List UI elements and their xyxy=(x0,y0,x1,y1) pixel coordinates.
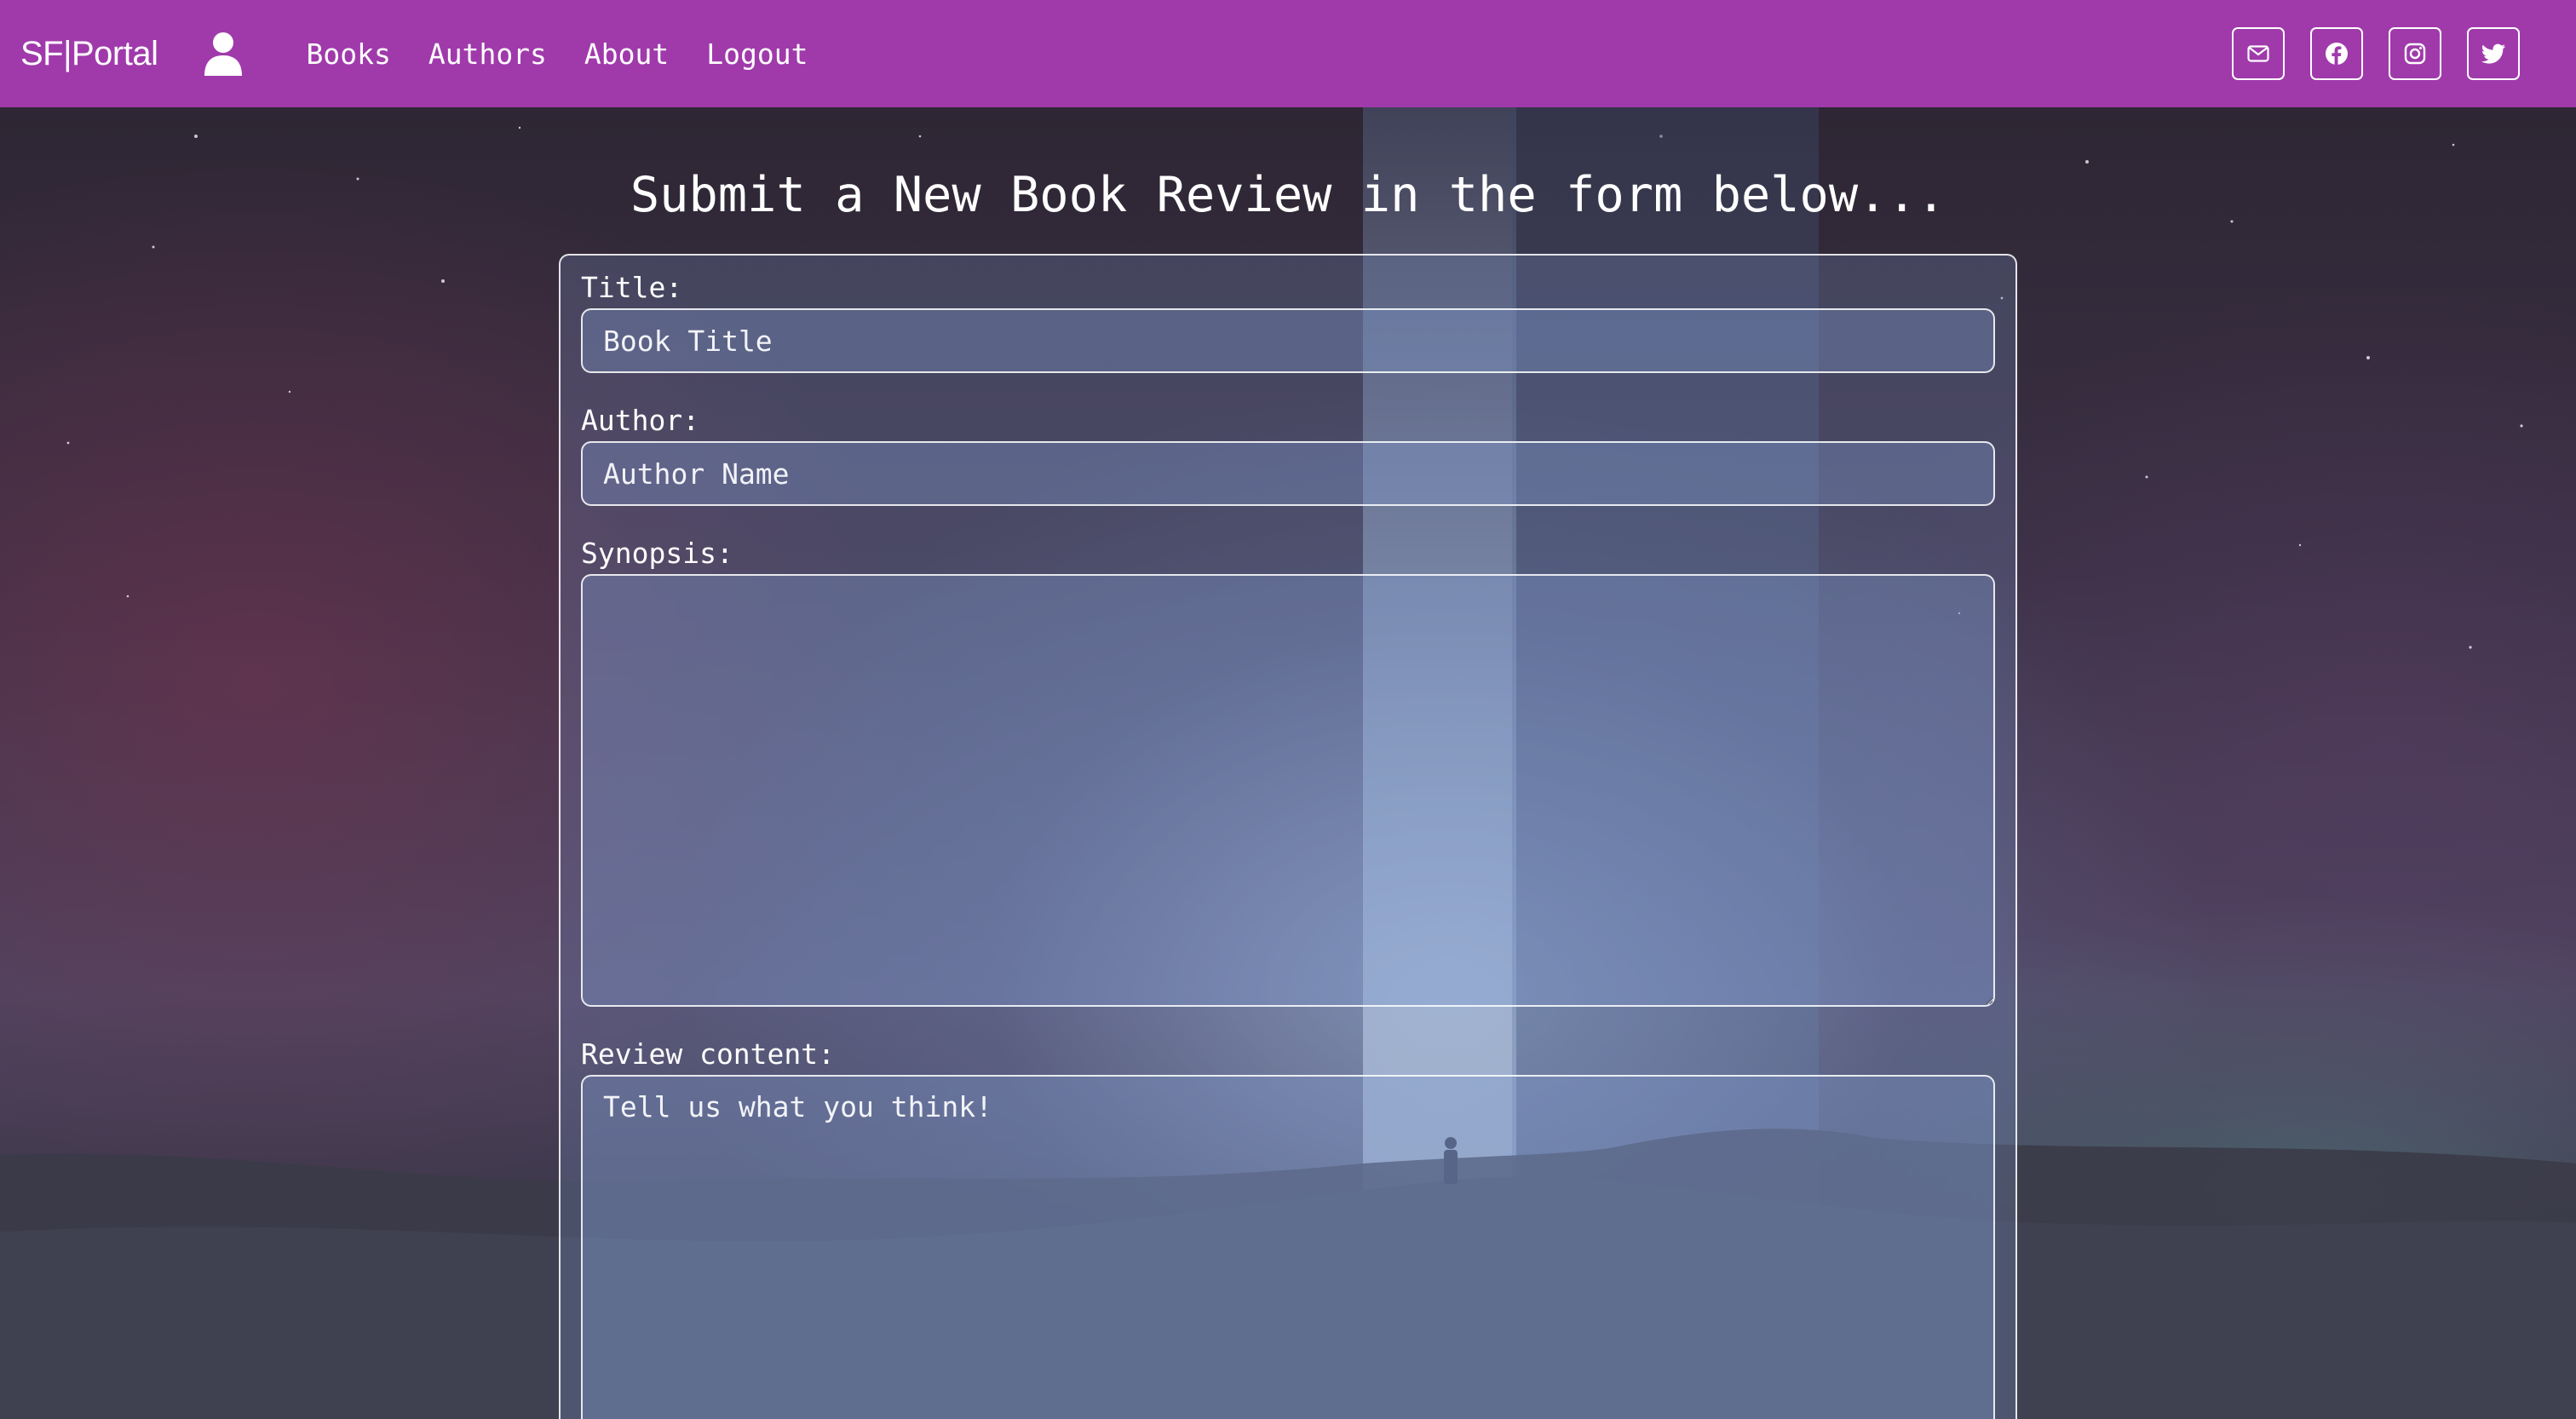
envelope-icon xyxy=(2247,45,2269,62)
page-title: Submit a New Book Review in the form bel… xyxy=(630,167,1946,223)
user-icon[interactable] xyxy=(203,32,244,76)
facebook-button[interactable] xyxy=(2310,27,2363,80)
facebook-icon xyxy=(2326,43,2348,65)
social-links xyxy=(2232,27,2520,80)
title-label: Title: xyxy=(581,271,683,304)
review-content-label: Review content: xyxy=(581,1037,836,1071)
title-input[interactable] xyxy=(581,308,1995,373)
nav-link-authors[interactable]: Authors xyxy=(428,37,547,71)
nav-links: Books Authors About Logout xyxy=(307,37,808,71)
nav-link-logout[interactable]: Logout xyxy=(706,37,808,71)
instagram-icon xyxy=(2404,43,2426,65)
instagram-button[interactable] xyxy=(2389,27,2441,80)
navbar: SF|Portal Books Authors About Logout xyxy=(0,0,2576,107)
synopsis-textarea[interactable] xyxy=(581,574,1995,1007)
brand-logo[interactable]: SF|Portal xyxy=(20,35,158,73)
twitter-button[interactable] xyxy=(2467,27,2520,80)
author-label: Author: xyxy=(581,404,700,437)
synopsis-label: Synopsis: xyxy=(581,537,733,570)
review-form: Title: Author: Synopsis: Review content: xyxy=(559,254,2017,1419)
nav-link-about[interactable]: About xyxy=(584,37,669,71)
twitter-icon xyxy=(2481,43,2506,64)
email-button[interactable] xyxy=(2232,27,2285,80)
nav-link-books[interactable]: Books xyxy=(307,37,391,71)
author-input[interactable] xyxy=(581,441,1995,506)
review-content-textarea[interactable] xyxy=(581,1075,1995,1419)
